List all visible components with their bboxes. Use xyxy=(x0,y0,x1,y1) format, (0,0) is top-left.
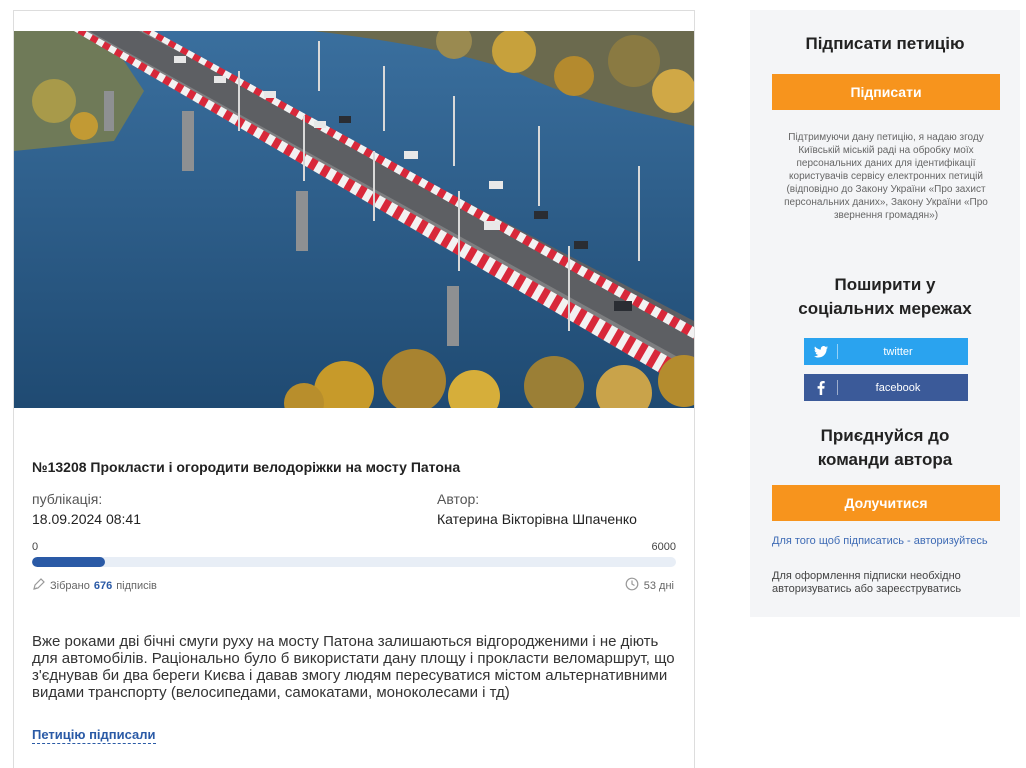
publication-label: публікація: xyxy=(32,491,103,507)
register-note: Для оформлення підписки необхідно автори… xyxy=(772,570,962,595)
join-button[interactable]: Долучитися xyxy=(772,485,1000,521)
signature-progress-fill xyxy=(32,557,105,567)
pen-icon xyxy=(32,577,46,594)
author-name: Катерина Вікторівна Шпаченко xyxy=(437,511,637,527)
twitter-share-button[interactable]: twitter xyxy=(804,338,968,365)
collected-prefix: Зібрано xyxy=(50,579,90,592)
twitter-icon xyxy=(804,344,838,359)
login-link[interactable]: Для того щоб підписатись - авторизуйтесь xyxy=(772,535,1000,548)
clock-icon xyxy=(625,577,639,594)
author-label: Автор: xyxy=(437,491,480,507)
petition-photo xyxy=(14,31,694,408)
collected-count: Зібрано 676 підписів xyxy=(32,577,157,594)
share-title: Поширити у соціальних мережах xyxy=(798,275,972,318)
petition-description: Вже роками дві бічні смуги руху на мосту… xyxy=(32,633,675,701)
facebook-label: facebook xyxy=(875,381,921,394)
sidebar: Підписати петицію Підписати Підтримуючи … xyxy=(750,10,1020,617)
progress-min-label: 0 xyxy=(32,541,39,553)
sign-title: Підписати петицію xyxy=(805,34,965,53)
facebook-icon xyxy=(804,380,838,395)
collected-suffix: підписів xyxy=(116,579,157,592)
join-title: Приєднуйся до команди автора xyxy=(817,426,953,469)
petition-title: №13208 Прокласти і огородити велодоріжки… xyxy=(32,459,461,475)
twitter-label: twitter xyxy=(883,345,913,358)
facebook-share-button[interactable]: facebook xyxy=(804,374,968,401)
collected-number: 676 xyxy=(93,579,113,592)
publication-date: 18.09.2024 08:41 xyxy=(32,511,141,527)
days-left-text: 53 дні xyxy=(643,579,674,592)
progress-max-label: 6000 xyxy=(651,541,676,553)
days-left: 53 дні xyxy=(625,577,674,594)
consent-text: Підтримуючи дану петицію, я надаю згоду … xyxy=(784,132,988,221)
sign-button[interactable]: Підписати xyxy=(772,74,1000,110)
petition-card: №13208 Прокласти і огородити велодоріжки… xyxy=(13,10,695,768)
signed-list-link[interactable]: Петицію підписали xyxy=(32,727,156,744)
signature-progress-bar xyxy=(32,557,676,567)
